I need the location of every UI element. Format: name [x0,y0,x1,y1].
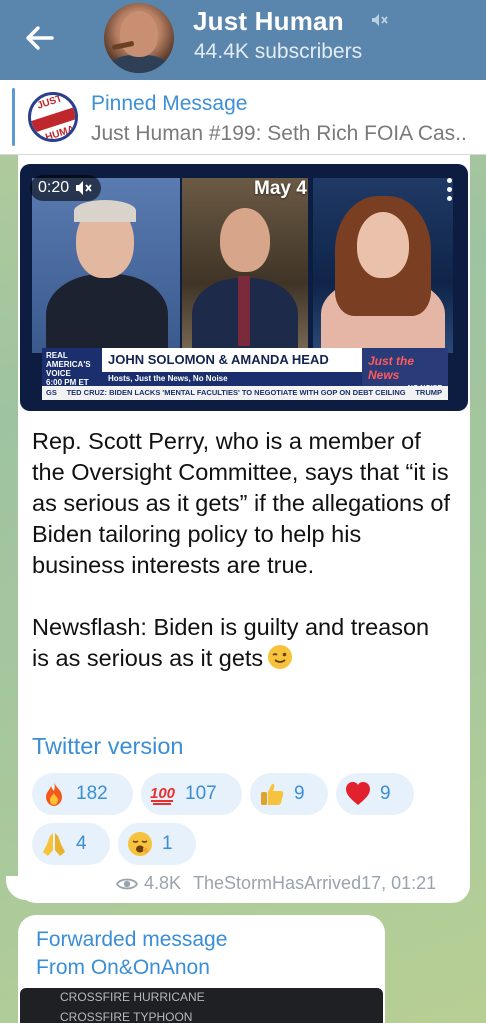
subscriber-count: 44.4K subscribers [194,40,363,63]
message-paragraph-1: Rep. Scott Perry, who is a member of the… [32,428,457,578]
video-panel-left [32,178,180,353]
channel-title[interactable]: Just Human [193,6,344,37]
hundred-points-icon: 100 [150,785,176,805]
lower-third-subtitle: Hosts, Just the News, No Noise [102,372,362,386]
show-badge: Just the NewsNO NOISE [362,348,448,392]
yawning-face-icon [128,832,152,856]
reaction-heart[interactable]: 9 [336,773,414,815]
pinned-message-bar[interactable]: JUST HUMAN Pinned Message Just Human #19… [0,80,486,155]
forwarded-media[interactable]: CROSSFIRE HURRICANE CROSSFIRE TYPHOON [20,988,383,1023]
video-date-overlay: May 4 [254,178,307,199]
winking-face-icon [268,645,293,669]
message-paragraph-2: Newsflash: Biden is guilty and treason i… [32,614,436,671]
message-bubble: 0:20 May 4 REAL AMERICA'S VOICE 6:00 PM E… [18,155,470,903]
pinned-text: Just Human #199: Seth Rich FOIA Cas.. [91,122,467,145]
channel-avatar[interactable] [104,3,174,73]
message-signature-time: TheStormHasArrived17, 01:21 [193,873,437,893]
view-count: 4.8K [144,873,182,893]
network-logo: REAL AMERICA'S VOICE 6:00 PM ET [42,348,102,387]
muted-icon [372,14,388,26]
video-panel-right [313,178,453,353]
message-meta: 4.8K TheStormHasArrived17, 01:21 [116,873,436,894]
reaction-thumbs-up[interactable]: 9 [250,773,328,815]
video-player[interactable]: 0:20 May 4 REAL AMERICA'S VOICE 6:00 PM E… [20,164,468,411]
reaction-fire[interactable]: 182 [32,773,133,815]
forwarded-message-bubble: Forwarded message From On&OnAnon CROSSFI… [18,915,385,1023]
thumbs-up-icon [261,783,284,805]
fire-icon [46,782,62,806]
folded-hands-icon [43,833,65,856]
heart-icon [346,782,370,805]
twitter-version-link[interactable]: Twitter version [32,733,184,760]
video-time-badge[interactable]: 0:20 [30,175,102,201]
video-panel-center [182,178,308,353]
back-arrow-icon[interactable] [22,20,58,56]
reaction-yawning[interactable]: 1 [118,823,196,865]
forwarded-from-link[interactable]: From On&OnAnon [36,956,210,980]
pinned-title: Pinned Message [91,92,248,115]
video-more-icon[interactable] [444,178,454,206]
pinned-thumbnail: JUST HUMAN [28,92,78,142]
reaction-hundred[interactable]: 100 107 [141,773,242,815]
news-ticker: GS TED CRUZ: BIDEN LACKS 'MENTAL FACULTI… [42,386,448,400]
views-eye-icon [116,878,138,889]
muted-volume-icon[interactable] [75,180,93,196]
pinned-indicator [12,88,15,146]
forwarded-label: Forwarded message [36,928,228,951]
svg-text:100: 100 [150,785,176,802]
message-text: Rep. Scott Perry, who is a member of the… [32,426,452,674]
channel-header: Just Human 44.4K subscribers [0,0,486,80]
reaction-folded-hands[interactable]: 4 [32,823,110,865]
lower-third-title: JOHN SOLOMON & AMANDA HEAD [102,348,362,372]
